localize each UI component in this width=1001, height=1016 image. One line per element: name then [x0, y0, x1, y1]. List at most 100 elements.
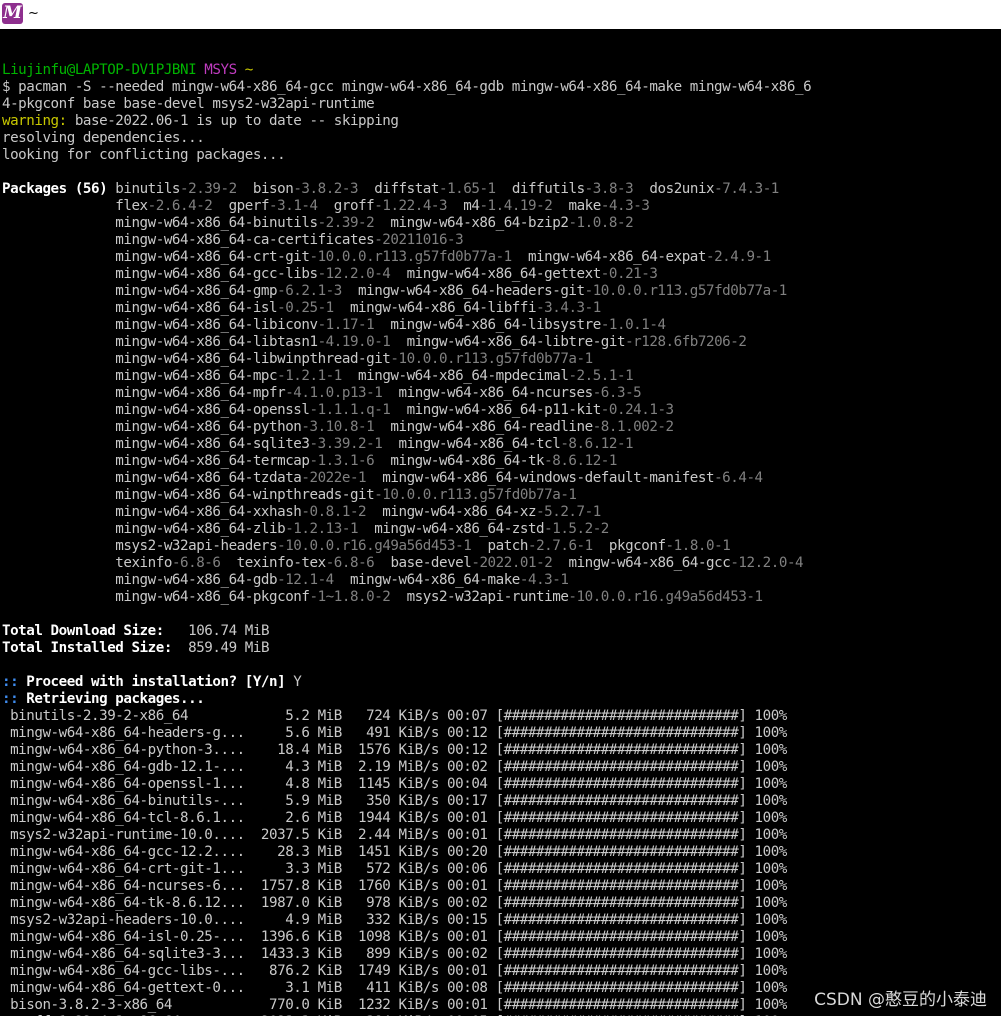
terminal-text-segment: mingw-w64-x86_64-mpfr — [2, 385, 286, 401]
terminal-text-segment: mingw-w64-x86_64-gmp — [2, 283, 278, 299]
terminal-text-segment: mingw-w64-x86_64-zlib — [2, 521, 286, 537]
terminal-text-segment: flex — [2, 198, 148, 214]
terminal-output[interactable]: Liujinfu@LAPTOP-DV1PJBNI MSYS ~ $ pacman … — [0, 29, 1001, 1016]
terminal-text-segment: -1.22.4-3 — [374, 198, 448, 214]
terminal-text-segment: mingw-w64-x86_64-gdb — [2, 572, 278, 588]
terminal-text-segment: -4.3-1 — [519, 572, 569, 588]
terminal-text-segment: diffstat — [358, 181, 439, 197]
terminal-text-segment: mingw-w64-x86_64-libffi — [333, 300, 537, 316]
terminal-text-segment: -6.2.1-3 — [277, 283, 342, 299]
terminal-text-segment: msys2-w32api-runtime — [390, 589, 569, 605]
terminal-text-segment: -6.4-4 — [714, 470, 763, 486]
terminal-text-segment: -3.8-3 — [584, 181, 634, 197]
terminal-text-segment: -1.2.13-1 — [285, 521, 359, 537]
terminal-line: msys2-w32api-headers-10.0.0.r16.g49a56d4… — [2, 538, 811, 555]
terminal-text-segment: mingw-w64-x86_64-make — [333, 572, 520, 588]
terminal-text-segment: mingw-w64-x86_64-libiconv — [2, 317, 318, 333]
terminal-text-segment: -3.39.2-1 — [309, 436, 383, 452]
terminal-line: mingw-w64-x86_64-tcl-8.6.1... 2.6 MiB 19… — [2, 810, 787, 826]
terminal-text-segment: base-2022.06-1 is up to date -- skipping — [66, 113, 399, 129]
terminal-text-segment: 106.74 MiB — [163, 623, 270, 639]
terminal-line: mingw-w64-x86_64-gdb-12.1-4 mingw-w64-x8… — [2, 572, 811, 589]
terminal-text-segment: -1.65-1 — [439, 181, 496, 197]
terminal-text-segment: diffutils — [495, 181, 585, 197]
terminal-text-segment: mingw-w64-x86_64-gettext — [390, 266, 602, 282]
terminal-text-segment: -1.17-1 — [317, 317, 375, 333]
terminal-text-segment: -3.1-4 — [269, 198, 318, 214]
terminal-text-segment: mingw-w64-x86_64-libwinpthread-git — [2, 351, 391, 367]
terminal-text-segment: Y — [285, 674, 302, 690]
terminal-text-segment: -8.6.12-1 — [560, 436, 634, 452]
terminal-line: Total Installed Size: 859.49 MiB — [2, 640, 811, 657]
terminal-text-segment: -1.3.1-6 — [309, 453, 375, 469]
terminal-text-segment: -2.4.9-1 — [705, 249, 771, 265]
terminal-text-segment: mingw-w64-x86_64-gcc — [552, 555, 731, 571]
terminal-text-segment: -12.2.0-4 — [730, 555, 804, 571]
terminal-line: mingw-w64-x86_64-gcc-12.2.... 28.3 MiB 1… — [2, 844, 787, 860]
terminal-text-segment: -1.5.2-2 — [544, 521, 609, 537]
terminal-text-segment: mingw-w64-x86_64-expat — [511, 249, 706, 265]
terminal-text-segment: Proceed with installation? [Y/n] — [18, 674, 286, 690]
terminal-line: binutils-2.39-2-x86_64 5.2 MiB 724 KiB/s… — [2, 708, 787, 724]
terminal-text-segment: -6.8-6 — [325, 555, 375, 571]
terminal-text-segment: texinfo-tex — [220, 555, 326, 571]
terminal-text-segment: -10.0.0.r16.g49a56d453-1 — [568, 589, 763, 605]
terminal-text-segment: -7.4.3-1 — [714, 181, 779, 197]
terminal-line: mingw-w64-x86_64-xxhash-0.8.1-2 mingw-w6… — [2, 504, 811, 521]
terminal-text-segment: :: — [2, 674, 19, 690]
terminal-text-segment: -10.0.0.r16.g49a56d453-1 — [277, 538, 472, 554]
terminal-text-segment: patch — [471, 538, 529, 554]
terminal-text-segment: -0.24.1-3 — [600, 402, 674, 418]
terminal-text-segment: 859.49 MiB — [171, 640, 270, 656]
terminal-line: mingw-w64-x86_64-termcap-1.3.1-6 mingw-w… — [2, 453, 811, 470]
terminal-text-segment: -2.39-2 — [180, 181, 237, 197]
terminal-text-segment: binutils — [107, 181, 181, 197]
terminal-text-segment: groff — [317, 198, 375, 214]
terminal-text-segment: -0.25-1 — [277, 300, 334, 316]
terminal-text-segment: -4.1.0.p13-1 — [285, 385, 383, 401]
terminal-line: mingw-w64-x86_64-sqlite3-3.39.2-1 mingw-… — [2, 436, 811, 453]
terminal-line: mingw-w64-x86_64-gcc-libs-... 876.2 KiB … — [2, 963, 787, 979]
terminal-line: mingw-w64-x86_64-mpc-1.2.1-1 mingw-w64-x… — [2, 368, 811, 385]
terminal-text-segment: mingw-w64-x86_64-xxhash — [2, 504, 302, 520]
terminal-text-segment: -12.1-4 — [277, 572, 334, 588]
terminal-line: msys2-w32api-runtime-10.0.... 2037.5 KiB… — [2, 827, 787, 843]
terminal-text-segment: Retrieving packages... — [18, 691, 205, 707]
terminal-line: msys2-w32api-headers-10.0.... 4.9 MiB 33… — [2, 912, 787, 928]
terminal-text-segment: -2.5.1-1 — [568, 368, 634, 384]
terminal-text-segment: make — [552, 198, 601, 214]
terminal-text-segment: texinfo — [2, 555, 172, 571]
terminal-line: mingw-w64-x86_64-gcc-libs-12.2.0-4 mingw… — [2, 266, 811, 283]
terminal-text-segment: dos2unix — [633, 181, 715, 197]
terminal-text-segment: -10.0.0.r113.g57fd0b77a-1 — [309, 249, 512, 265]
terminal-line: mingw-w64-x86_64-ca-certificates-2021101… — [2, 232, 811, 249]
terminal-text-segment: -20211016-3 — [374, 232, 464, 248]
terminal-text-segment: mingw-w64-x86_64-xz — [366, 504, 537, 520]
terminal-line: 4-pkgconf base base-devel msys2-w32api-r… — [2, 96, 375, 112]
terminal-line: $ pacman -S --needed mingw-w64-x86_64-gc… — [2, 79, 812, 95]
terminal-text-segment: -8.6.12-1 — [544, 453, 617, 469]
terminal-text-segment: mingw-w64-x86_64-gcc-libs — [2, 266, 318, 282]
terminal-text-segment: -3.10.8-1 — [301, 419, 375, 435]
terminal-line: mingw-w64-x86_64-sqlite3-3... 1433.3 KiB… — [2, 946, 787, 962]
terminal-line: mingw-w64-x86_64-isl-0.25-... 1396.6 KiB… — [2, 929, 787, 945]
terminal-text-segment: msys2-w32api-headers — [2, 538, 278, 554]
terminal-text-segment: mingw-w64-x86_64-crt-git — [2, 249, 310, 265]
terminal-text-segment: mingw-w64-x86_64-python — [2, 419, 302, 435]
terminal-text-segment: mingw-w64-x86_64-ca-certificates — [2, 232, 375, 248]
terminal-text-segment: bison — [236, 181, 294, 197]
terminal-line: mingw-w64-x86_64-crt-git-10.0.0.r113.g57… — [2, 249, 811, 266]
terminal-line: flex-2.6.4-2 gperf-3.1-4 groff-1.22.4-3 … — [2, 198, 811, 215]
terminal-text-segment: Total Installed Size: — [2, 640, 172, 656]
terminal-line: looking for conflicting packages... — [2, 147, 286, 163]
terminal-text-segment: mingw-w64-x86_64-windows-default-manifes… — [366, 470, 715, 486]
terminal-text-segment: -2.6.4-2 — [147, 198, 213, 214]
terminal-line: mingw-w64-x86_64-tk-8.6.12... 1987.0 KiB… — [2, 895, 787, 911]
terminal-text-segment: gperf — [212, 198, 270, 214]
terminal-text-segment: -10.0.0.r113.g57fd0b77a-1 — [374, 487, 577, 503]
terminal-text-segment: mingw-w64-x86_64-sqlite3 — [2, 436, 310, 452]
terminal-line: mingw-w64-x86_64-winpthreads-git-10.0.0.… — [2, 487, 811, 504]
